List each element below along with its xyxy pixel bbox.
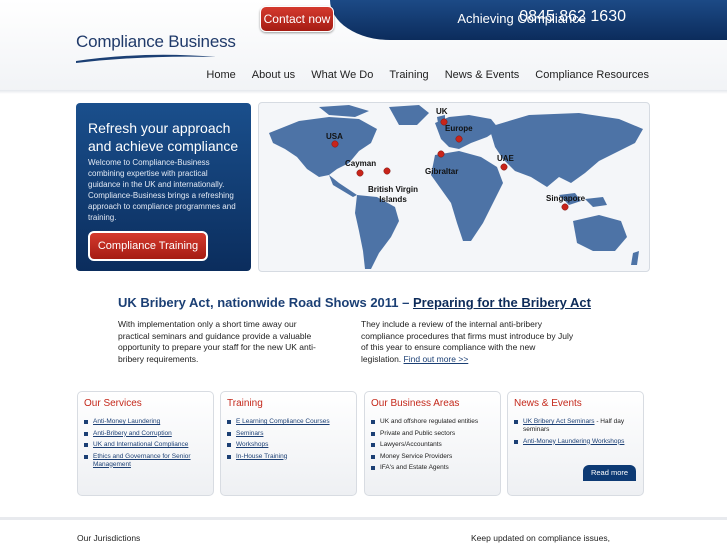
logo-text: Compliance Business bbox=[76, 32, 236, 51]
headline-text: UK Bribery Act, nationwide Road Shows 20… bbox=[118, 295, 413, 310]
training-item[interactable]: E Learning Compliance Courses bbox=[227, 418, 350, 426]
service-item[interactable]: Ethics and Governance for Senior Managem… bbox=[84, 453, 207, 469]
compliance-training-button[interactable]: Compliance Training bbox=[88, 231, 208, 261]
service-item[interactable]: Anti-Bribery and Corruption bbox=[84, 430, 207, 438]
uk-bribery-seminars-link[interactable]: UK Bribery Act Seminars bbox=[523, 418, 595, 425]
intro-right: They include a review of the internal an… bbox=[361, 319, 576, 365]
business-areas-title: Our Business Areas bbox=[371, 398, 460, 409]
footer-jurisdictions-heading: Our Jurisdictions bbox=[77, 533, 141, 543]
training-item[interactable]: Workshops bbox=[227, 441, 350, 449]
map-label-uae: UAE bbox=[497, 154, 514, 163]
pin-gibraltar bbox=[437, 150, 445, 158]
news-item: UK Bribery Act Seminars - Half day semin… bbox=[514, 418, 637, 434]
training-item[interactable]: Seminars bbox=[227, 430, 350, 438]
map-label-uk: UK bbox=[436, 107, 448, 116]
business-area-item: Private and Public sectors bbox=[371, 430, 494, 438]
map-label-cayman: Cayman bbox=[345, 159, 377, 168]
world-map: USA Cayman British Virgin Islands UK Eur… bbox=[258, 102, 650, 272]
nav-about-us[interactable]: About us bbox=[252, 69, 295, 81]
nav-home[interactable]: Home bbox=[206, 69, 235, 81]
training-box: Training E Learning Compliance Courses S… bbox=[220, 391, 357, 496]
pin-uae bbox=[500, 163, 508, 171]
training-item[interactable]: In-House Training bbox=[227, 453, 350, 461]
phone-number: 0845 862 1630 bbox=[519, 8, 626, 25]
site-header: Achieving Compliance 0845 862 1630 Conta… bbox=[0, 0, 727, 94]
nav-training[interactable]: Training bbox=[389, 69, 428, 81]
header-divider bbox=[0, 90, 727, 94]
top-banner: Achieving Compliance 0845 862 1630 bbox=[330, 0, 727, 40]
contact-now-button[interactable]: Contact now bbox=[260, 6, 334, 32]
our-services-box: Our Services Anti-Money Laundering Anti-… bbox=[77, 391, 214, 496]
service-item[interactable]: UK and International Compliance bbox=[84, 441, 207, 449]
nav-what-we-do[interactable]: What We Do bbox=[311, 69, 373, 81]
news-item: Anti-Money Laundering Workshops bbox=[514, 438, 637, 446]
hero-text: Welcome to Compliance-Business combining… bbox=[88, 158, 236, 222]
main-nav: Home About us What We Do Training News &… bbox=[206, 69, 649, 81]
hero-panel: Refresh your approach and achieve compli… bbox=[76, 103, 251, 271]
news-events-title: News & Events bbox=[514, 398, 582, 409]
footer-updates-heading: Keep updated on compliance issues, bbox=[471, 533, 610, 543]
news-events-box: News & Events UK Bribery Act Seminars - … bbox=[507, 391, 644, 496]
map-label-europe: Europe bbox=[445, 124, 473, 133]
headline: UK Bribery Act, nationwide Road Shows 20… bbox=[118, 295, 591, 310]
business-area-item: Lawyers/Accountants bbox=[371, 441, 494, 449]
preparing-bribery-act-link[interactable]: Preparing for the Bribery Act bbox=[413, 295, 591, 310]
pin-usa bbox=[331, 140, 339, 148]
our-services-title: Our Services bbox=[84, 398, 142, 409]
pin-singapore bbox=[561, 203, 569, 211]
footer-divider bbox=[0, 517, 727, 520]
map-label-bvi: British Virgin Islands bbox=[367, 185, 419, 204]
aml-workshops-link[interactable]: Anti-Money Laundering Workshops bbox=[523, 438, 624, 445]
logo[interactable]: Compliance Business bbox=[76, 32, 236, 63]
pin-cayman bbox=[356, 169, 364, 177]
business-areas-box: Our Business Areas UK and offshore regul… bbox=[364, 391, 501, 496]
intro-left: With implementation only a short time aw… bbox=[118, 319, 316, 364]
nav-compliance-resources[interactable]: Compliance Resources bbox=[535, 69, 649, 81]
map-label-usa: USA bbox=[326, 132, 343, 141]
service-item[interactable]: Anti-Money Laundering bbox=[84, 418, 207, 426]
map-label-gibraltar: Gibraltar bbox=[425, 167, 459, 176]
business-area-item: UK and offshore regulated entities bbox=[371, 418, 494, 426]
hero-title: Refresh your approach and achieve compli… bbox=[88, 120, 239, 154]
training-title: Training bbox=[227, 398, 263, 409]
find-out-more-link[interactable]: Find out more >> bbox=[404, 354, 469, 364]
nav-news-events[interactable]: News & Events bbox=[445, 69, 520, 81]
map-label-singapore: Singapore bbox=[546, 194, 586, 203]
pin-europe bbox=[455, 135, 463, 143]
read-more-button[interactable]: Read more bbox=[583, 465, 636, 481]
logo-swoosh-icon bbox=[76, 54, 216, 63]
business-area-item: Money Service Providers bbox=[371, 453, 494, 461]
business-area-item: IFA's and Estate Agents bbox=[371, 464, 494, 472]
pin-bvi bbox=[383, 167, 391, 175]
